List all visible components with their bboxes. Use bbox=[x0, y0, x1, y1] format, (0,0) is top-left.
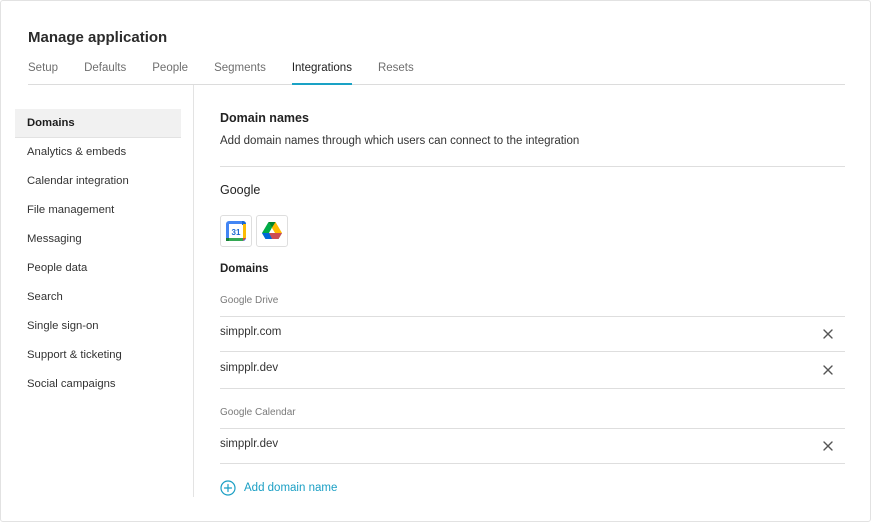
domain-name: simpplr.com bbox=[220, 326, 282, 338]
domain-row: simpplr.com bbox=[220, 316, 845, 352]
sidebar: Domains Analytics & embeds Calendar inte… bbox=[15, 109, 181, 399]
domain-row: simpplr.dev bbox=[220, 353, 845, 389]
group-label-google-calendar: Google Calendar bbox=[220, 407, 296, 418]
tab-setup[interactable]: Setup bbox=[28, 61, 58, 85]
app-icons: 31 bbox=[220, 215, 288, 247]
vertical-divider bbox=[193, 85, 194, 497]
google-drive-app-button[interactable] bbox=[256, 215, 288, 247]
sidebar-item-analytics-embeds[interactable]: Analytics & embeds bbox=[15, 138, 181, 167]
domains-heading: Domains bbox=[220, 263, 269, 275]
sidebar-item-file-management[interactable]: File management bbox=[15, 196, 181, 225]
sidebar-item-calendar-integration[interactable]: Calendar integration bbox=[15, 167, 181, 196]
remove-domain-button[interactable] bbox=[821, 327, 835, 341]
google-drive-icon bbox=[262, 222, 282, 239]
sidebar-item-people-data[interactable]: People data bbox=[15, 254, 181, 283]
tab-integrations[interactable]: Integrations bbox=[291, 61, 352, 85]
tab-segments[interactable]: Segments bbox=[214, 61, 266, 85]
add-domain-button[interactable]: Add domain name bbox=[220, 480, 337, 496]
google-calendar-icon: 31 bbox=[226, 221, 246, 241]
group-label-google-drive: Google Drive bbox=[220, 295, 279, 306]
tab-resets[interactable]: Resets bbox=[378, 61, 414, 85]
sidebar-item-support-ticketing[interactable]: Support & ticketing bbox=[15, 341, 181, 370]
domain-name: simpplr.dev bbox=[220, 362, 279, 374]
section-title: Domain names bbox=[220, 111, 309, 125]
sidebar-item-messaging[interactable]: Messaging bbox=[15, 225, 181, 254]
sidebar-item-search[interactable]: Search bbox=[15, 283, 181, 312]
close-icon bbox=[823, 365, 833, 375]
sidebar-item-single-sign-on[interactable]: Single sign-on bbox=[15, 312, 181, 341]
remove-domain-button[interactable] bbox=[821, 439, 835, 453]
tab-people[interactable]: People bbox=[152, 61, 188, 85]
calendar-day-text: 31 bbox=[232, 228, 241, 237]
domain-name: simpplr.dev bbox=[220, 438, 279, 450]
divider bbox=[220, 166, 845, 167]
add-domain-label: Add domain name bbox=[244, 482, 338, 494]
remove-domain-button[interactable] bbox=[821, 363, 835, 377]
provider-heading: Google bbox=[220, 183, 261, 197]
app-window: Manage application Setup Defaults People… bbox=[0, 0, 871, 522]
close-icon bbox=[823, 441, 833, 451]
sidebar-item-domains[interactable]: Domains bbox=[15, 109, 181, 138]
add-circle-icon bbox=[220, 480, 236, 496]
tab-bar: Setup Defaults People Segments Integrati… bbox=[28, 61, 845, 85]
section-description: Add domain names through which users can… bbox=[220, 135, 580, 147]
tab-defaults[interactable]: Defaults bbox=[84, 61, 126, 85]
sidebar-item-social-campaigns[interactable]: Social campaigns bbox=[15, 370, 181, 399]
close-icon bbox=[823, 329, 833, 339]
page-title: Manage application bbox=[28, 29, 168, 46]
google-calendar-app-button[interactable]: 31 bbox=[220, 215, 252, 247]
domain-row: simpplr.dev bbox=[220, 428, 845, 464]
